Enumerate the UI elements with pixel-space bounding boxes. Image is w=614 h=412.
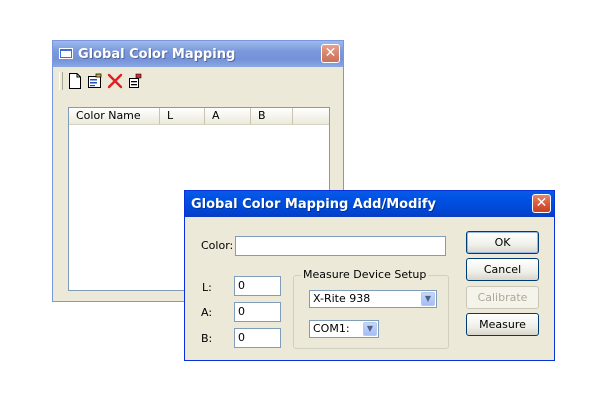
ok-button[interactable]: OK — [466, 231, 539, 254]
l-value-input[interactable]: 0 — [234, 276, 281, 296]
a-value-input[interactable]: 0 — [234, 302, 281, 322]
dialog-title-bar[interactable]: Global Color Mapping Add/Modify ✕ — [185, 191, 554, 217]
color-name-input[interactable] — [235, 236, 446, 256]
list-header: Color Name L A B — [69, 108, 329, 125]
new-document-icon[interactable] — [65, 71, 85, 91]
l-label: L: — [202, 281, 212, 294]
delete-x-icon[interactable] — [105, 71, 125, 91]
column-header-color-name[interactable]: Color Name — [69, 108, 160, 124]
add-modify-dialog: Global Color Mapping Add/Modify ✕ Color:… — [184, 190, 555, 361]
column-header-l[interactable]: L — [160, 108, 205, 124]
device-select-value: X-Rite 938 — [313, 292, 371, 305]
port-select-value: COM1: — [313, 322, 350, 335]
close-button[interactable]: ✕ — [321, 44, 340, 63]
column-header-b[interactable]: B — [251, 108, 293, 124]
dialog-title: Global Color Mapping Add/Modify — [191, 197, 436, 212]
toolbar-grip — [59, 72, 63, 90]
measure-button[interactable]: Measure — [466, 313, 539, 336]
edit-properties-icon[interactable] — [85, 71, 105, 91]
column-header-a[interactable]: A — [205, 108, 251, 124]
window-title: Global Color Mapping — [78, 47, 236, 62]
chevron-down-icon[interactable]: ▼ — [363, 322, 377, 336]
assign-icon[interactable] — [125, 71, 145, 91]
window-icon — [59, 48, 73, 59]
chevron-down-icon[interactable]: ▼ — [421, 292, 435, 306]
dialog-close-button[interactable]: ✕ — [532, 194, 551, 213]
port-select[interactable]: COM1: ▼ — [309, 320, 379, 338]
b-label: B: — [201, 332, 213, 345]
cancel-button[interactable]: Cancel — [466, 258, 539, 281]
b-value-input[interactable]: 0 — [234, 328, 281, 348]
measure-device-setup-group: Measure Device Setup X-Rite 938 ▼ COM1: … — [293, 268, 449, 349]
a-label: A: — [201, 306, 213, 319]
device-select[interactable]: X-Rite 938 ▼ — [309, 290, 437, 308]
calibrate-button[interactable]: Calibrate — [466, 286, 539, 309]
color-label: Color: — [201, 239, 234, 252]
title-bar[interactable]: Global Color Mapping ✕ — [53, 41, 343, 67]
group-legend: Measure Device Setup — [301, 268, 429, 281]
